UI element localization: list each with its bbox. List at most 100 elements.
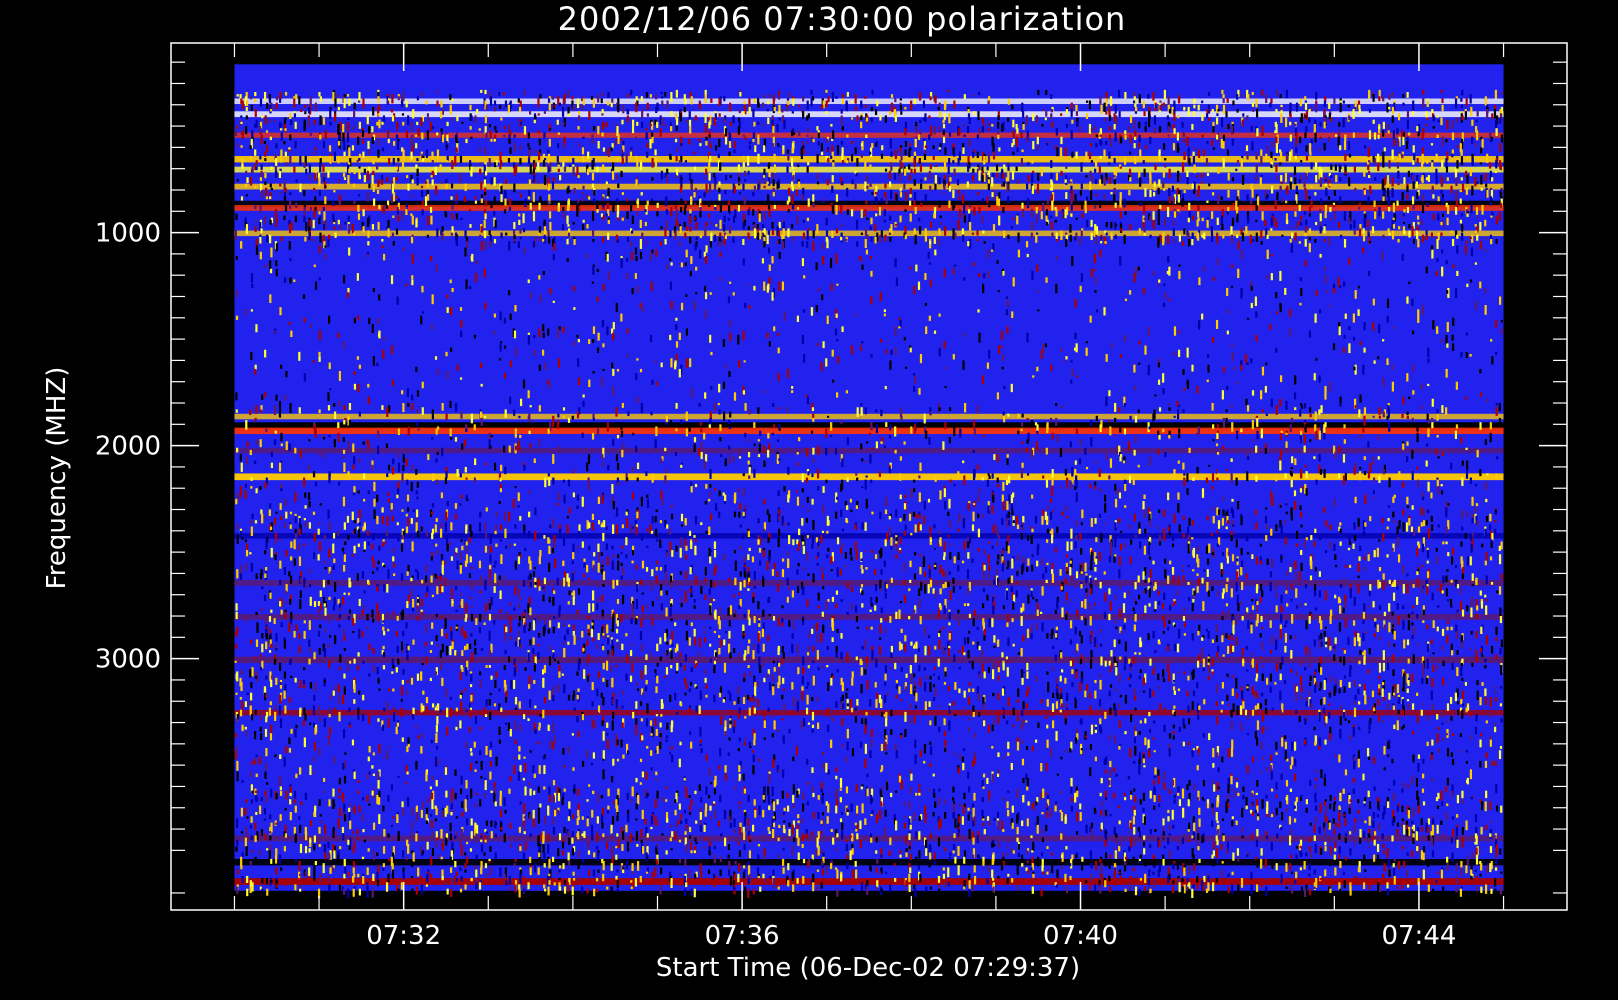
heatmap-cell	[500, 117, 503, 121]
heatmap-cell	[910, 426, 913, 434]
heatmap-cell	[512, 498, 515, 509]
heatmap-cell	[553, 104, 556, 108]
heatmap-cell	[1070, 200, 1073, 205]
heatmap-cell	[1398, 153, 1401, 161]
heatmap-cell	[318, 452, 321, 456]
heatmap-cell	[1104, 503, 1107, 513]
heatmap-cell	[1021, 202, 1024, 209]
heatmap-cell	[925, 430, 928, 439]
heatmap-cell	[446, 121, 449, 127]
heatmap-cell	[1293, 166, 1297, 176]
heatmap-cell	[402, 464, 405, 472]
heatmap-cell	[557, 164, 560, 167]
heatmap-cell	[1454, 287, 1458, 298]
heatmap-cell	[459, 155, 463, 163]
heatmap-cell	[577, 143, 581, 147]
heatmap-cell	[1408, 396, 1411, 400]
heatmap-cell	[265, 196, 269, 200]
heatmap-cell	[910, 168, 913, 174]
heatmap-cell	[1084, 209, 1087, 214]
heatmap-cell	[1206, 200, 1209, 204]
heatmap-cell	[820, 151, 824, 156]
heatmap-cell	[761, 123, 765, 127]
heatmap-cell	[245, 420, 248, 430]
heatmap-cell	[289, 134, 292, 141]
heatmap-cell	[347, 441, 351, 450]
heatmap-cell	[1167, 403, 1170, 406]
heatmap-cell	[1490, 200, 1493, 203]
heatmap-cell	[382, 207, 385, 213]
heatmap-cell	[1465, 251, 1468, 256]
heatmap-cell	[708, 172, 711, 181]
heatmap-cell	[1055, 128, 1058, 136]
heatmap-cell	[235, 392, 238, 401]
heatmap-cell	[499, 341, 503, 344]
heatmap-cell	[513, 330, 517, 339]
heatmap-cell	[1006, 298, 1010, 308]
heatmap-cell	[576, 98, 580, 109]
heatmap-cell	[802, 232, 806, 240]
heatmap-cell	[1221, 224, 1224, 230]
heatmap-cell	[631, 251, 634, 261]
heatmap-cell	[397, 454, 400, 458]
heatmap-cell	[1299, 505, 1302, 511]
heatmap-cell	[742, 330, 745, 341]
heatmap-cell	[1222, 445, 1225, 450]
heatmap-cell	[977, 111, 980, 120]
heatmap-cell	[280, 432, 283, 442]
heatmap-cell	[1382, 96, 1385, 102]
heatmap-cell	[431, 437, 434, 440]
heatmap-cell	[1294, 155, 1298, 160]
heatmap-cell	[768, 277, 771, 285]
heatmap-cell	[1489, 422, 1492, 430]
heatmap-cell	[538, 232, 541, 236]
heatmap-cell	[771, 256, 774, 264]
heatmap-cell	[899, 494, 902, 500]
heatmap-cell	[796, 315, 800, 322]
heatmap-cell	[649, 334, 653, 343]
heatmap-cell	[383, 253, 386, 261]
heatmap-cell	[1323, 266, 1326, 271]
heatmap-cell	[763, 179, 766, 184]
heatmap-cell	[1099, 155, 1102, 159]
heatmap-cell	[279, 307, 282, 316]
heatmap-cell	[1421, 132, 1424, 140]
heatmap-cell	[1129, 115, 1133, 123]
heatmap-cell	[456, 469, 459, 477]
heatmap-cell	[259, 439, 262, 448]
heatmap-cell	[920, 202, 923, 207]
heatmap-cell	[1108, 109, 1111, 116]
heatmap-cell	[401, 113, 405, 116]
heatmap-cell	[490, 138, 493, 142]
heatmap-cell	[1367, 270, 1371, 277]
heatmap-cell	[1304, 102, 1308, 110]
heatmap-cell	[1191, 123, 1194, 130]
heatmap-cell	[1488, 162, 1492, 169]
heatmap-cell	[542, 349, 545, 356]
heatmap-cell	[1469, 354, 1472, 357]
heatmap-cell	[395, 166, 399, 170]
heatmap-cell	[1436, 434, 1439, 438]
heatmap-cell	[704, 454, 708, 462]
heatmap-cell	[616, 368, 620, 372]
heatmap-cell	[617, 183, 620, 189]
heatmap-cell	[1192, 155, 1196, 165]
heatmap-cell	[865, 117, 869, 122]
heatmap-cell	[440, 100, 443, 108]
heatmap-cell	[480, 194, 484, 198]
heatmap-cell	[264, 151, 267, 157]
heatmap-cell	[661, 96, 664, 99]
heatmap-cell	[348, 403, 352, 411]
heatmap-cell	[986, 479, 989, 487]
heatmap-cell	[795, 490, 799, 493]
heatmap-cell	[474, 115, 477, 123]
heatmap-cell	[245, 126, 248, 135]
heatmap-cell	[1183, 228, 1186, 235]
heatmap-cell	[405, 473, 408, 476]
heatmap-cell	[1090, 232, 1093, 241]
heatmap-cell	[846, 209, 849, 216]
heatmap-cell	[264, 392, 267, 398]
heatmap-cell	[1020, 422, 1024, 427]
heatmap-cell	[284, 394, 287, 401]
heatmap-cell	[1471, 136, 1474, 144]
